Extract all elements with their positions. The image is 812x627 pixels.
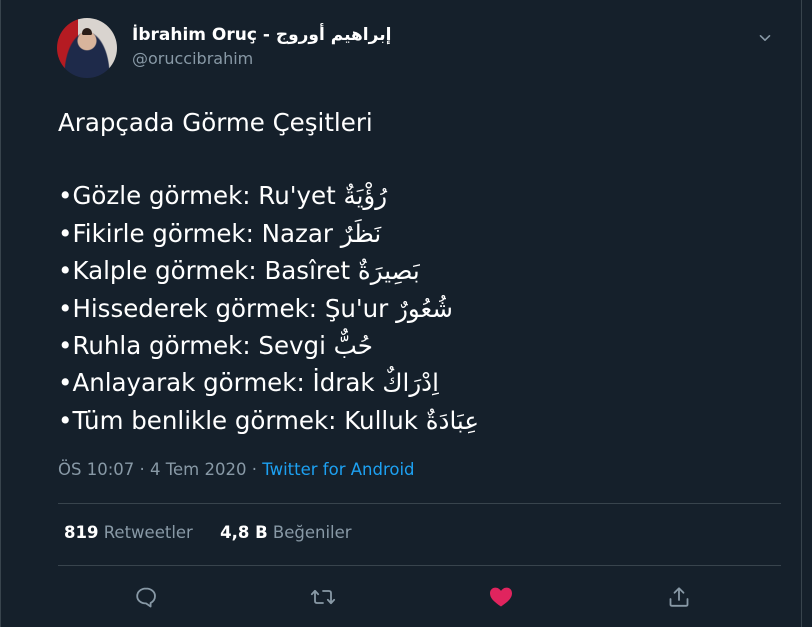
tweet-title-line: Arapçada Görme Çeşitleri (58, 108, 373, 137)
like-button[interactable] (484, 580, 518, 614)
author-display-name[interactable]: İbrahim Oruç - إبراهيم أوروج (132, 24, 391, 46)
retweets-count: 819 (64, 523, 99, 542)
meta-separator: · (134, 460, 151, 479)
tweet-line: •Gözle görmek: Ru'yet رُؤْيَةٌ (58, 181, 388, 211)
heart-icon (490, 587, 512, 607)
tweet-line: •Hissederek görmek: Şu'ur شُعُورٌ (58, 293, 453, 323)
tweet-date[interactable]: 4 Tem 2020 (150, 460, 246, 479)
retweet-icon (310, 589, 336, 605)
tweet-card: İbrahim Oruç - إبراهيم أوروج @oruccibrah… (0, 0, 802, 627)
tweet-actions (58, 580, 781, 614)
retweets-label: Retweetler (103, 523, 193, 542)
tweet-source-link[interactable]: Twitter for Android (262, 460, 414, 479)
likes-count: 4,8 B (220, 523, 268, 542)
chevron-down-icon[interactable] (759, 32, 771, 44)
share-icon (669, 587, 689, 607)
tweet-line: •Kalple görmek: Basîret بَصِيرَةٌ (58, 256, 420, 286)
tweet-stats: 819 Retweetler 4,8 B Beğeniler (64, 523, 374, 542)
author-handle[interactable]: @oruccibrahim (132, 48, 391, 70)
tweet-line: •Anlayarak görmek: İdrak اِدْرَاكٌ (58, 368, 439, 398)
share-button[interactable] (662, 580, 696, 614)
reply-button[interactable] (129, 580, 163, 614)
retweets-stat[interactable]: 819 Retweetler (64, 523, 193, 542)
tweet-line: •Tüm benlikle görmek: Kulluk عِبَادَةٌ (58, 405, 479, 435)
tweet-line: •Ruhla görmek: Sevgi حُبٌّ (58, 330, 373, 360)
divider (58, 565, 781, 566)
tweet-text: Arapçada Görme Çeşitleri •Gözle görmek: … (58, 104, 781, 439)
retweet-button[interactable] (306, 580, 340, 614)
tweet-time[interactable]: ÖS 10:07 (58, 460, 134, 479)
avatar[interactable] (57, 18, 117, 78)
tweet-header: İbrahim Oruç - إبراهيم أوروج @oruccibrah… (57, 18, 781, 78)
tweet-line: •Fikirle görmek: Nazar نَظَرٌ (58, 218, 382, 248)
author-block: İbrahim Oruç - إبراهيم أوروج @oruccibrah… (132, 24, 391, 70)
tweet-meta: ÖS 10:07 · 4 Tem 2020 · Twitter for Andr… (58, 460, 415, 479)
reply-icon (136, 587, 156, 608)
likes-stat[interactable]: 4,8 B Beğeniler (220, 523, 351, 542)
likes-label: Beğeniler (272, 523, 352, 542)
meta-separator: · (246, 460, 263, 479)
divider (58, 503, 781, 504)
